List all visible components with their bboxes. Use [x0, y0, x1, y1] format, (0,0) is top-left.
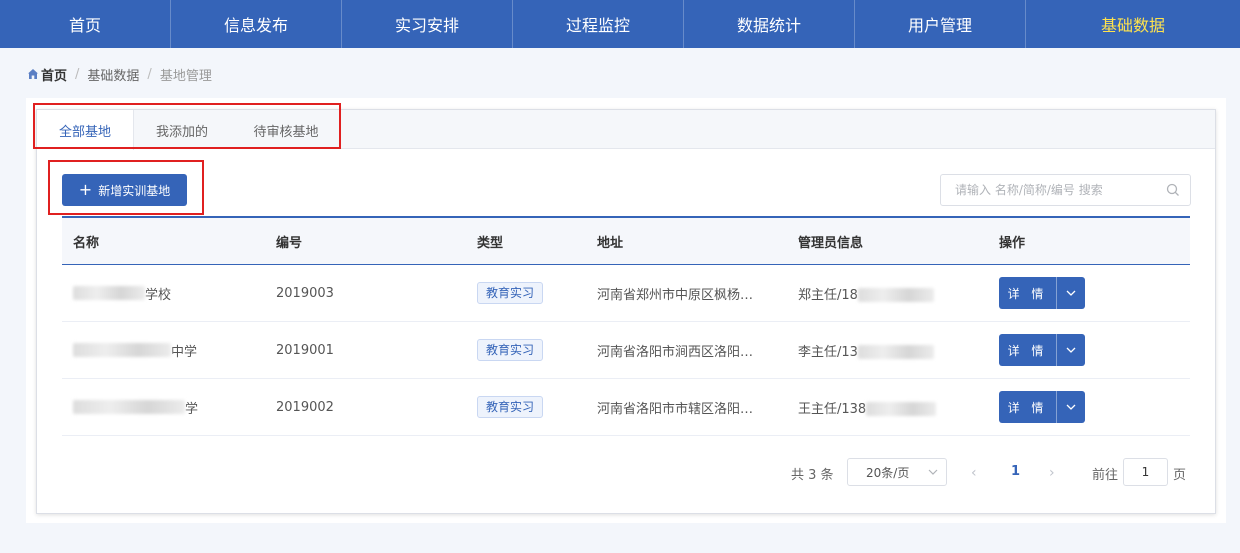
- home-icon: [28, 69, 38, 79]
- tab-all-bases[interactable]: 全部基地: [37, 110, 134, 150]
- redacted-text: [857, 345, 934, 359]
- cell-type: 教育实习: [467, 396, 587, 418]
- redacted-text: [73, 400, 185, 414]
- header-code: 编号: [276, 235, 303, 251]
- breadcrumb-basic-data[interactable]: 基础数据: [87, 65, 139, 84]
- cell-name: 学校: [62, 284, 266, 303]
- admin-text: 李主任/13: [798, 344, 858, 360]
- type-tag: 教育实习: [477, 339, 544, 361]
- cell-code: 2019001: [276, 342, 334, 358]
- plus-icon: +: [78, 180, 93, 199]
- chevron-down-icon[interactable]: [1057, 391, 1085, 423]
- tab-pending-review[interactable]: 待审核基地: [230, 110, 342, 150]
- page-size-value: 20条/页: [866, 465, 910, 480]
- cell-actions: 详 情: [989, 277, 1190, 309]
- nav-item-basic-data[interactable]: 基础数据: [1026, 0, 1240, 48]
- header-actions: 操作: [999, 235, 1026, 251]
- detail-button-label[interactable]: 详 情: [999, 391, 1057, 423]
- page-size-select[interactable]: 20条/页: [847, 458, 947, 486]
- redacted-text: [857, 288, 934, 302]
- header-type: 类型: [477, 235, 504, 251]
- cell-actions: 详 情: [989, 391, 1190, 423]
- cell-admin-info: 李主任/13: [788, 341, 989, 360]
- table-row: 中学 2019001 教育实习 河南省洛阳市涧西区洛阳… 李主任/13 详 情: [62, 322, 1190, 379]
- header-name: 名称: [73, 235, 100, 251]
- page-number-current[interactable]: 1: [1011, 464, 1020, 479]
- admin-text: 王主任/138: [798, 401, 867, 417]
- cell-code: 2019003: [276, 285, 334, 301]
- redacted-text: [73, 286, 145, 300]
- cell-actions: 详 情: [989, 334, 1190, 366]
- cell-name: 中学: [62, 341, 266, 360]
- top-navigation: 首页 信息发布 实习安排 过程监控 数据统计 用户管理 基础数据: [0, 0, 1240, 48]
- breadcrumb-separator: /: [147, 66, 152, 82]
- breadcrumb-current: 基地管理: [159, 68, 212, 84]
- nav-item-data-statistics[interactable]: 数据统计: [684, 0, 855, 48]
- detail-button[interactable]: 详 情: [999, 391, 1085, 423]
- cell-type: 教育实习: [467, 282, 587, 304]
- detail-button-label[interactable]: 详 情: [999, 334, 1057, 366]
- breadcrumb-separator: /: [75, 66, 80, 82]
- pagination-total: 共 3 条: [791, 468, 834, 483]
- chevron-down-icon[interactable]: [1057, 334, 1085, 366]
- add-button-label: 新增实训基地: [98, 183, 171, 198]
- nav-item-info-publish[interactable]: 信息发布: [171, 0, 342, 48]
- cell-address: 河南省洛阳市涧西区洛阳…: [597, 344, 754, 360]
- cell-name: 学: [62, 398, 266, 417]
- chevron-down-icon[interactable]: [1057, 277, 1085, 309]
- name-suffix: 中学: [171, 344, 198, 360]
- cell-code: 2019002: [276, 399, 334, 415]
- cell-admin-info: 王主任/138: [788, 398, 989, 417]
- goto-label: 前往: [1092, 468, 1119, 483]
- base-table: 名称 编号 类型 地址 管理员信息 操作 学校 2019003 教育实习 河南省…: [62, 216, 1190, 436]
- nav-item-internship-arrange[interactable]: 实习安排: [342, 0, 513, 48]
- name-suffix: 学: [185, 401, 199, 417]
- detail-button[interactable]: 详 情: [999, 277, 1085, 309]
- detail-button[interactable]: 详 情: [999, 334, 1085, 366]
- chevron-down-icon: [928, 469, 938, 475]
- cell-type: 教育实习: [467, 339, 587, 361]
- nav-item-process-monitor[interactable]: 过程监控: [513, 0, 684, 48]
- search-icon[interactable]: [1166, 183, 1180, 197]
- tab-bar: 全部基地 我添加的 待审核基地: [37, 110, 1215, 150]
- table-row: 学校 2019003 教育实习 河南省郑州市中原区枫杨… 郑主任/18 详 情: [62, 265, 1190, 322]
- cell-address: 河南省洛阳市市辖区洛阳…: [597, 401, 754, 417]
- redacted-text: [866, 402, 937, 416]
- admin-text: 郑主任/18: [798, 287, 858, 303]
- breadcrumb: 首页 / 基础数据 / 基地管理: [27, 65, 212, 84]
- type-tag: 教育实习: [477, 396, 544, 418]
- nav-item-home[interactable]: 首页: [0, 0, 171, 48]
- cell-address: 河南省郑州市中原区枫杨…: [597, 287, 754, 303]
- pagination: 共 3 条 20条/页 ‹ 1 › 前往 页: [37, 458, 1215, 488]
- type-tag: 教育实习: [477, 282, 544, 304]
- page-unit-label: 页: [1173, 468, 1187, 483]
- name-suffix: 学校: [145, 287, 172, 303]
- table-header: 名称 编号 类型 地址 管理员信息 操作: [62, 216, 1190, 265]
- goto-page-input[interactable]: [1123, 458, 1168, 486]
- redacted-text: [73, 343, 171, 357]
- table-row: 学 2019002 教育实习 河南省洛阳市市辖区洛阳… 王主任/138 详 情: [62, 379, 1190, 436]
- search-box: [940, 174, 1191, 206]
- header-address: 地址: [597, 235, 624, 251]
- nav-item-user-management[interactable]: 用户管理: [855, 0, 1026, 48]
- detail-button-label[interactable]: 详 情: [999, 277, 1057, 309]
- next-page-icon[interactable]: ›: [1049, 465, 1055, 481]
- cell-admin-info: 郑主任/18: [788, 284, 989, 303]
- tab-my-added[interactable]: 我添加的: [134, 110, 230, 150]
- add-training-base-button[interactable]: + 新增实训基地: [62, 174, 187, 206]
- header-admin-info: 管理员信息: [798, 235, 864, 251]
- search-input[interactable]: [941, 175, 1151, 205]
- base-management-card: 全部基地 我添加的 待审核基地 + 新增实训基地 名称 编号 类型 地址 管理员…: [36, 109, 1216, 514]
- prev-page-icon[interactable]: ‹: [971, 465, 977, 481]
- breadcrumb-home[interactable]: 首页: [41, 65, 67, 84]
